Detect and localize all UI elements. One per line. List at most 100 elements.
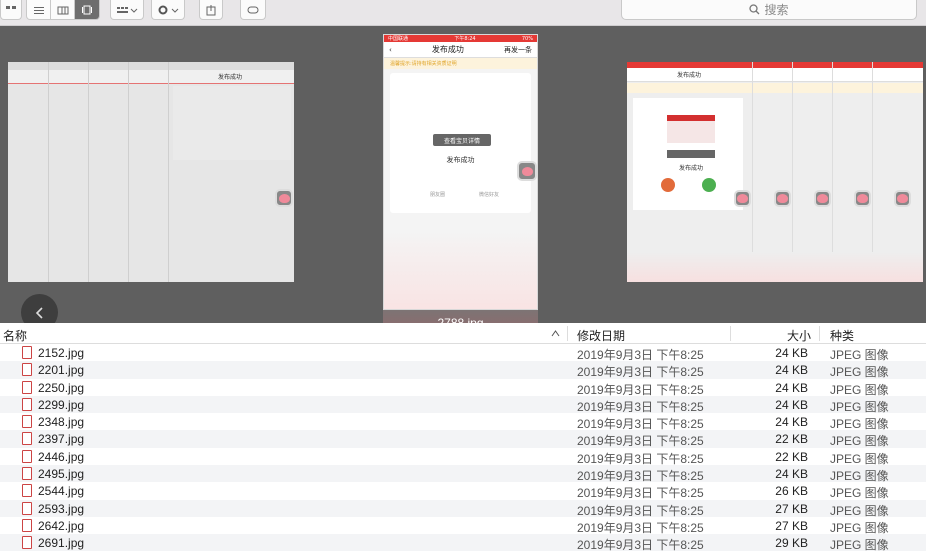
- jpeg-file-icon: [22, 432, 32, 446]
- chevron-left-icon: [35, 306, 43, 319]
- file-rows: 2152.jpg 2019年9月3日 下午8:25 24 KB JPEG 图像 2201…: [0, 344, 926, 551]
- file-name: 2495.jpg: [38, 467, 85, 482]
- sort-ascending-icon: [551, 330, 560, 337]
- column-header-size[interactable]: 大小: [787, 327, 811, 344]
- jpeg-file-icon: [22, 449, 32, 463]
- share-button[interactable]: [199, 0, 223, 20]
- jpeg-file-icon: [22, 484, 32, 498]
- preview-title: 发布成功: [218, 74, 243, 81]
- file-name: 2642.jpg: [38, 518, 85, 533]
- file-name: 2299.jpg: [38, 397, 85, 412]
- file-kind: JPEG 图像: [830, 538, 889, 551]
- search-icon: [749, 4, 760, 15]
- list-icon: [33, 6, 44, 14]
- file-name: 2201.jpg: [38, 363, 85, 378]
- file-row[interactable]: 2397.jpg 2019年9月3日 下午8:25 22 KB JPEG 图像: [0, 430, 926, 448]
- share-icon: [206, 4, 216, 15]
- file-size: 24 KB: [775, 363, 808, 378]
- file-row[interactable]: 2348.jpg 2019年9月3日 下午8:25 24 KB JPEG 图像: [0, 413, 926, 431]
- preview-filename: 2788.jpg: [383, 310, 538, 323]
- file-row[interactable]: 2250.jpg 2019年9月3日 下午8:25 24 KB JPEG 图像: [0, 379, 926, 397]
- jpeg-file-icon: [22, 415, 32, 429]
- file-name: 2593.jpg: [38, 501, 85, 516]
- column-header-date[interactable]: 修改日期: [577, 327, 625, 344]
- file-row[interactable]: 2642.jpg 2019年9月3日 下午8:25 27 KB JPEG 图像: [0, 517, 926, 535]
- coverflow-view-button[interactable]: [75, 0, 99, 19]
- floating-app-icon: [854, 190, 871, 207]
- file-size: 26 KB: [775, 484, 808, 499]
- file-row[interactable]: 2152.jpg 2019年9月3日 下午8:25 24 KB JPEG 图像: [0, 344, 926, 362]
- file-list: 名称 修改日期 大小 种类 2152.jpg 2019年9月3日 下午8:25 24…: [0, 323, 926, 551]
- floating-app-icon: [517, 161, 537, 181]
- group-icon: [117, 6, 138, 13]
- success-text: 发布成功: [446, 156, 475, 164]
- success-card: 查看宝贝详情 发布成功 朋友圈 微信好友: [390, 73, 531, 213]
- file-row[interactable]: 2495.jpg 2019年9月3日 下午8:25 24 KB JPEG 图像: [0, 465, 926, 483]
- file-name: 2152.jpg: [38, 346, 85, 360]
- jpeg-file-icon: [22, 380, 32, 394]
- next-previews[interactable]: 发布成功 发布成功: [627, 62, 923, 282]
- view-detail-button: 查看宝贝详情: [433, 134, 491, 146]
- file-size: 24 KB: [775, 380, 808, 395]
- file-date: 2019年9月3日 下午8:25: [577, 538, 704, 551]
- preview-title: 发布成功: [677, 72, 702, 79]
- previous-previews[interactable]: 发布成功: [8, 62, 294, 282]
- list-view-button[interactable]: [27, 0, 51, 19]
- file-size: 22 KB: [775, 432, 808, 447]
- file-name: 2691.jpg: [38, 536, 85, 551]
- file-name: 2348.jpg: [38, 415, 85, 430]
- search-field[interactable]: 搜索: [621, 0, 917, 20]
- file-name: 2250.jpg: [38, 380, 85, 395]
- icon-view-button[interactable]: [0, 0, 22, 20]
- back-chevron-icon: ‹: [389, 45, 392, 54]
- column-header-kind[interactable]: 种类: [830, 327, 854, 344]
- file-size: 24 KB: [775, 467, 808, 482]
- file-name: 2544.jpg: [38, 484, 85, 499]
- file-size: 29 KB: [775, 536, 808, 551]
- file-row[interactable]: 2201.jpg 2019年9月3日 下午8:25 24 KB JPEG 图像: [0, 361, 926, 379]
- jpeg-file-icon: [22, 536, 32, 550]
- jpeg-file-icon: [22, 397, 32, 411]
- notice-banner: 温馨提示:请持有相关资质证明: [384, 58, 537, 69]
- file-name: 2397.jpg: [38, 432, 85, 447]
- jpeg-file-icon: [22, 363, 32, 377]
- coverflow-icon: [82, 5, 92, 14]
- share-moments-label: 朋友圈: [430, 192, 446, 198]
- jpeg-file-icon: [22, 467, 32, 481]
- gear-icon: [158, 5, 179, 14]
- action-button[interactable]: [151, 0, 185, 20]
- file-size: 22 KB: [775, 449, 808, 464]
- floating-app-icon: [734, 190, 751, 207]
- nav-title: 发布成功: [431, 45, 464, 54]
- jpeg-file-icon: [22, 501, 32, 515]
- file-row[interactable]: 2544.jpg 2019年9月3日 下午8:25 26 KB JPEG 图像: [0, 482, 926, 500]
- file-size: 27 KB: [775, 518, 808, 533]
- battery-label: 70%: [521, 35, 533, 42]
- file-row[interactable]: 2593.jpg 2019年9月3日 下午8:25 27 KB JPEG 图像: [0, 499, 926, 518]
- file-size: 24 KB: [775, 415, 808, 430]
- file-row[interactable]: 2691.jpg 2019年9月3日 下午8:25 29 KB JPEG 图像: [0, 534, 926, 551]
- file-row[interactable]: 2446.jpg 2019年9月3日 下午8:25 22 KB JPEG 图像: [0, 448, 926, 466]
- share-wechat-label: 微信好友: [479, 192, 500, 198]
- tags-button[interactable]: [240, 0, 266, 20]
- file-size: 27 KB: [775, 501, 808, 516]
- column-view-button[interactable]: [51, 0, 75, 19]
- file-row[interactable]: 2299.jpg 2019年9月3日 下午8:25 24 KB JPEG 图像: [0, 395, 926, 414]
- grid-icon: [6, 5, 16, 9]
- file-size: 24 KB: [775, 346, 808, 360]
- preview-status-bar: 中国联通 下午8:24 70%: [384, 35, 537, 42]
- preview-success-text: 发布成功: [679, 165, 704, 172]
- jpeg-file-icon: [22, 346, 32, 359]
- group-by-button[interactable]: [110, 0, 144, 20]
- view-mode-control: [26, 0, 100, 20]
- carrier-label: 中国联通: [388, 36, 409, 42]
- columns-icon: [57, 6, 68, 14]
- previous-item-button[interactable]: [21, 294, 58, 323]
- nav-right-link: 再发一条: [504, 45, 532, 54]
- column-header-name[interactable]: 名称: [3, 327, 27, 344]
- current-preview[interactable]: 中国联通 下午8:24 70% ‹ 发布成功 再发一条 温馨提示:请持有相关资质…: [383, 34, 538, 310]
- search-placeholder: 搜索: [764, 3, 789, 17]
- file-size: 24 KB: [775, 397, 808, 412]
- preview-nav-bar: ‹ 发布成功 再发一条: [384, 42, 537, 58]
- floating-app-icon: [275, 189, 293, 207]
